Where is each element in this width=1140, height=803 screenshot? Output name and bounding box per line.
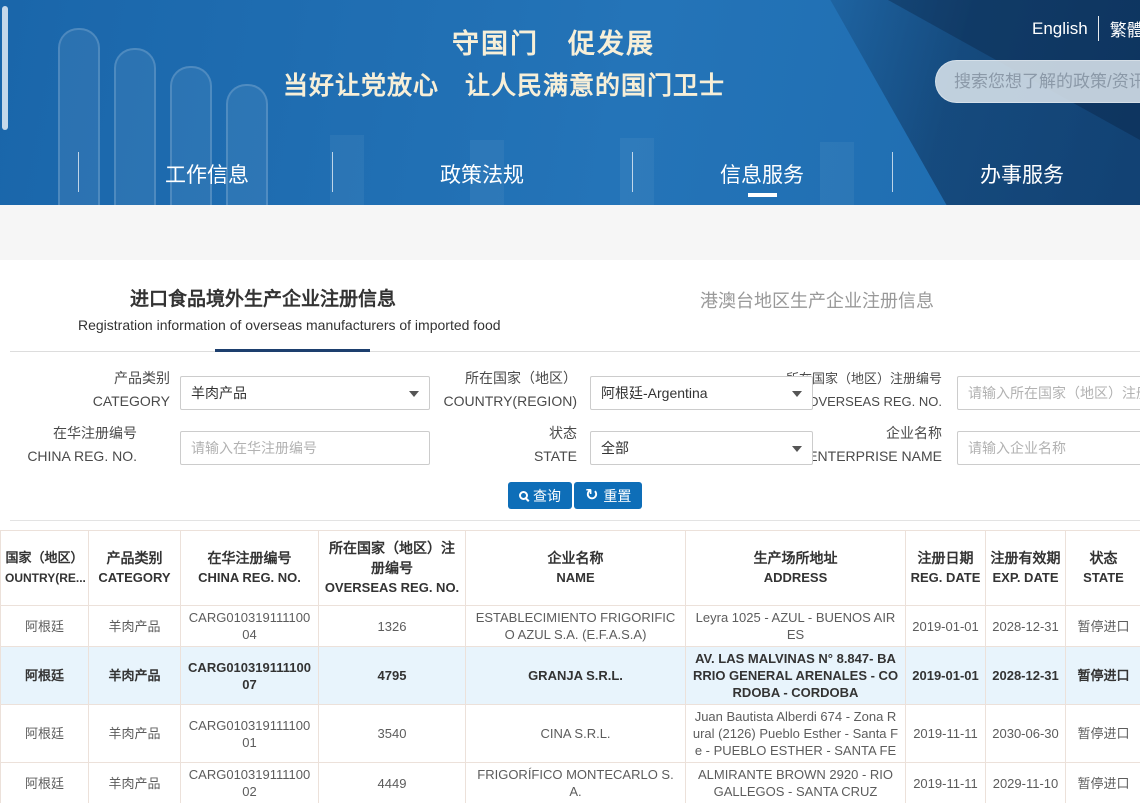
nav-item-policies[interactable]: 政策法规 bbox=[440, 159, 524, 189]
refresh-icon: ↻ bbox=[585, 488, 598, 504]
form-table-divider bbox=[10, 520, 1140, 521]
site-header: 守国门 促发展 当好让党放心 让人民满意的国门卫士 English 繁體版 工作… bbox=[0, 0, 1140, 205]
chevron-down-icon bbox=[409, 391, 419, 397]
state-label: 状态STATE bbox=[440, 422, 577, 468]
col-header-state: 状态STATE bbox=[1066, 531, 1140, 606]
nav-divider bbox=[78, 152, 79, 192]
page-subtitle: Registration information of overseas man… bbox=[78, 317, 501, 333]
table-row[interactable]: 阿根廷 羊肉产品 CARG01031911110002 4449 FRIGORÍ… bbox=[1, 763, 1140, 803]
col-header-overseas-reg-no: 所在国家（地区）注册编号OVERSEAS REG. NO. bbox=[319, 531, 466, 606]
china-reg-no-label: 在华注册编号CHINA REG. NO. bbox=[0, 422, 137, 468]
search-icon bbox=[519, 491, 528, 500]
header-slogan-line2: 当好让党放心 让人民满意的国门卫士 bbox=[283, 66, 725, 102]
page-title: 进口食品境外生产企业注册信息 bbox=[130, 284, 396, 311]
table-row[interactable]: 阿根廷 羊肉产品 CARG01031911110004 1326 ESTABLE… bbox=[1, 606, 1140, 647]
lang-link-english[interactable]: English bbox=[1032, 19, 1088, 39]
language-bar: English 繁體版 bbox=[1032, 16, 1140, 41]
nav-active-underline bbox=[748, 193, 777, 197]
reset-button[interactable]: ↻ 重置 bbox=[574, 482, 642, 509]
nav-item-info-services[interactable]: 信息服务 bbox=[720, 159, 804, 189]
header-slogan-line1: 守国门 促发展 bbox=[452, 22, 655, 61]
col-header-exp-date: 注册有效期EXP. DATE bbox=[986, 531, 1066, 606]
table-header-row: 国家（地区）OUNTRY(RE... 产品类别CATEGORY 在华注册编号CH… bbox=[1, 531, 1140, 606]
chevron-down-icon bbox=[792, 446, 802, 452]
col-header-category: 产品类别CATEGORY bbox=[89, 531, 181, 606]
col-header-china-reg-no: 在华注册编号CHINA REG. NO. bbox=[181, 531, 319, 606]
overseas-reg-no-input[interactable] bbox=[957, 376, 1140, 410]
col-header-address: 生产场所地址ADDRESS bbox=[686, 531, 906, 606]
main-nav: 工作信息 政策法规 信息服务 办事服务 bbox=[0, 140, 1140, 205]
category-label: 产品类别CATEGORY bbox=[0, 367, 170, 413]
results-table-container: 国家（地区）OUNTRY(RE... 产品类别CATEGORY 在华注册编号CH… bbox=[0, 530, 1140, 803]
tab-hk-macao-taiwan-registration[interactable]: 港澳台地区生产企业注册信息 bbox=[700, 287, 934, 313]
lang-link-traditional[interactable]: 繁體版 bbox=[1098, 16, 1140, 41]
nav-divider bbox=[892, 152, 893, 192]
nav-divider bbox=[332, 152, 333, 192]
active-tab-underline bbox=[215, 349, 370, 352]
chevron-down-icon bbox=[792, 391, 802, 397]
table-row-highlighted[interactable]: 阿根廷 羊肉产品 CARG01031911110007 4795 GRANJA … bbox=[1, 647, 1140, 705]
tab-divider-line bbox=[10, 351, 1140, 352]
col-header-country: 国家（地区）OUNTRY(RE... bbox=[1, 531, 89, 606]
header-spacer-band bbox=[0, 205, 1140, 260]
col-header-name: 企业名称NAME bbox=[466, 531, 686, 606]
enterprise-name-input[interactable] bbox=[957, 431, 1140, 465]
china-reg-no-input[interactable] bbox=[180, 431, 430, 465]
category-select[interactable]: 羊肉产品 bbox=[180, 376, 430, 410]
col-header-reg-date: 注册日期REG. DATE bbox=[906, 531, 986, 606]
main-content: 进口食品境外生产企业注册信息 Registration information … bbox=[0, 260, 1140, 803]
country-select[interactable]: 阿根廷-Argentina bbox=[590, 376, 813, 410]
table-row[interactable]: 阿根廷 羊肉产品 CARG01031911110001 3540 CINA S.… bbox=[1, 705, 1140, 763]
nav-item-work-info[interactable]: 工作信息 bbox=[165, 159, 249, 189]
nav-divider bbox=[632, 152, 633, 192]
country-label: 所在国家（地区）COUNTRY(REGION) bbox=[440, 367, 577, 413]
search-button[interactable]: 查询 bbox=[508, 482, 572, 509]
results-table: 国家（地区）OUNTRY(RE... 产品类别CATEGORY 在华注册编号CH… bbox=[0, 530, 1140, 803]
building-edge-decor bbox=[2, 6, 8, 130]
site-search-input[interactable] bbox=[935, 60, 1140, 103]
state-select[interactable]: 全部 bbox=[590, 431, 813, 465]
nav-item-admin-services[interactable]: 办事服务 bbox=[980, 159, 1064, 189]
